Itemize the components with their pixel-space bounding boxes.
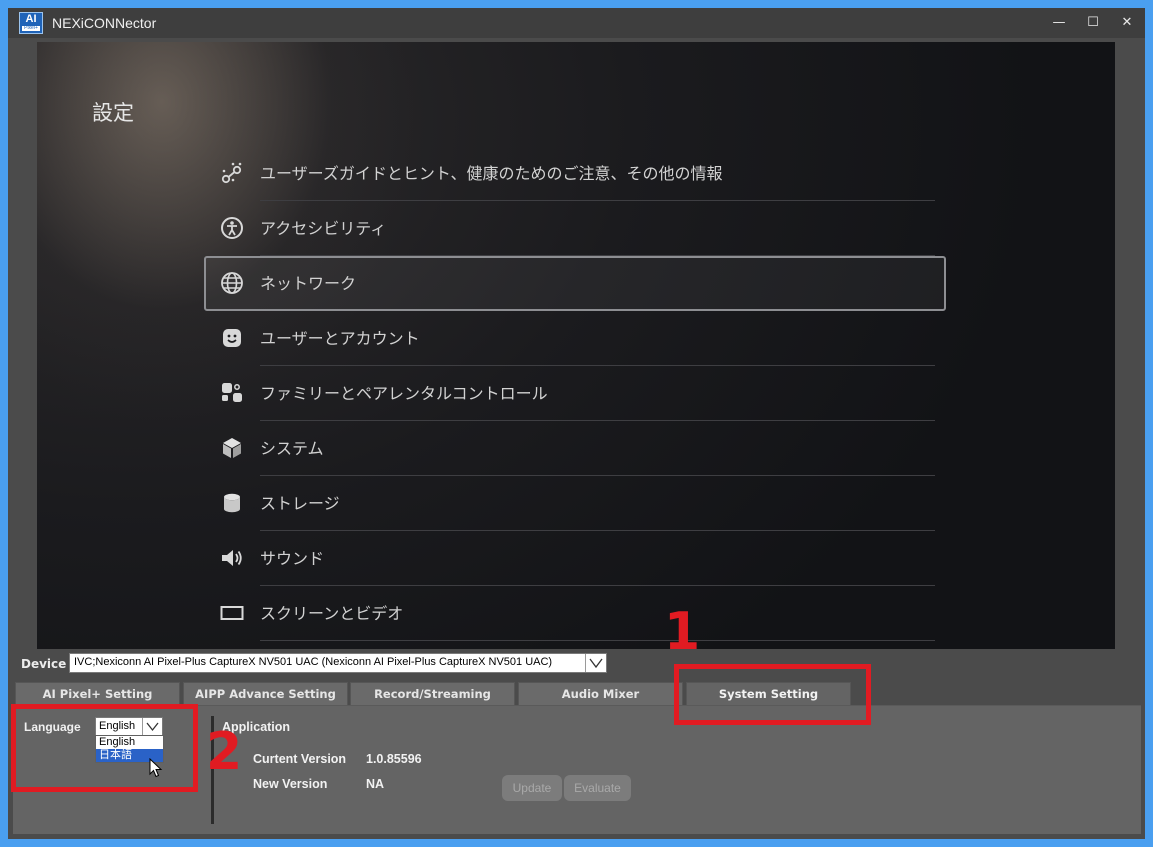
video-preview: 設定 ユーザーズガイドとヒント、健康のためのご注意、その他の情報 アクセシビリテ… xyxy=(37,42,1115,649)
device-label: Device xyxy=(21,657,67,671)
current-version-value: 1.0.85596 xyxy=(366,752,422,766)
app-logo-text: AI xyxy=(25,13,37,25)
user-face-icon xyxy=(223,329,241,347)
settings-item-users: ユーザーとアカウント xyxy=(212,311,935,366)
settings-item-family: ファミリーとペアレンタルコントロール xyxy=(212,366,935,421)
evaluate-button[interactable]: Evaluate xyxy=(564,775,631,801)
user-guide-icon xyxy=(221,162,242,184)
family-icon xyxy=(222,383,242,402)
settings-item-label: サウンド xyxy=(260,549,325,568)
annotation-box-language xyxy=(11,704,198,792)
annotation-box-system-setting xyxy=(674,664,871,725)
settings-item-user-guide: ユーザーズガイドとヒント、健康のためのご注意、その他の情報 xyxy=(212,146,935,201)
settings-item-label: ユーザーとアカウント xyxy=(260,329,420,348)
settings-item-label: システム xyxy=(260,439,324,458)
settings-item-screen: スクリーンとビデオ xyxy=(212,586,935,641)
settings-item-label: ユーザーズガイドとヒント、健康のためのご注意、その他の情報 xyxy=(260,164,723,183)
annotation-step-2: 2 xyxy=(206,722,243,782)
tab-audio-mixer[interactable]: Audio Mixer xyxy=(518,682,683,705)
new-version-value: NA xyxy=(366,777,385,791)
settings-item-label: スクリーンとビデオ xyxy=(260,604,404,623)
divider xyxy=(260,640,935,641)
settings-item-label: アクセシビリティ xyxy=(260,219,387,238)
settings-item-label: ストレージ xyxy=(260,494,340,513)
title-bar[interactable]: AI Pixel+ NEXiCONNector — ☐ ✕ xyxy=(8,8,1145,38)
maximize-button[interactable]: ☐ xyxy=(1076,8,1110,38)
screen-icon xyxy=(220,606,244,620)
storage-icon xyxy=(224,493,240,513)
app-window: AI Pixel+ NEXiCONNector — ☐ ✕ 設定 ユーザーズガイ… xyxy=(8,8,1145,839)
app-logo-subtext: Pixel+ xyxy=(22,26,40,31)
app-logo: AI Pixel+ xyxy=(19,12,43,34)
annotation-step-1: 1 xyxy=(664,602,701,662)
close-button[interactable]: ✕ xyxy=(1110,8,1144,38)
accessibility-icon xyxy=(221,217,243,239)
tab-aipp-advance-setting[interactable]: AIPP Advance Setting xyxy=(183,682,348,705)
settings-title: 設定 xyxy=(92,101,134,125)
settings-item-system: システム xyxy=(212,421,935,476)
settings-item-accessibility: アクセシビリティ xyxy=(212,201,935,256)
settings-item-sound: サウンド xyxy=(212,531,935,586)
current-version-label: Curtent Version xyxy=(253,752,347,766)
chevron-down-icon[interactable] xyxy=(585,654,606,672)
tab-ai-pixel-setting[interactable]: AI Pixel+ Setting xyxy=(15,682,180,705)
minimize-button[interactable]: — xyxy=(1042,8,1076,38)
speaker-icon xyxy=(222,550,242,566)
device-dropdown-value: IVC;Nexiconn AI Pixel-Plus CaptureX NV50… xyxy=(74,656,553,668)
settings-item-network: ネットワーク xyxy=(204,256,946,311)
new-version-label: New Version xyxy=(253,777,328,791)
update-button[interactable]: Update xyxy=(502,775,562,801)
network-globe-icon xyxy=(221,272,243,294)
system-cube-icon xyxy=(223,438,241,458)
settings-item-storage: ストレージ xyxy=(212,476,935,531)
device-dropdown[interactable]: IVC;Nexiconn AI Pixel-Plus CaptureX NV50… xyxy=(69,653,607,673)
window-title: NEXiCONNector xyxy=(52,15,157,31)
tab-record-streaming[interactable]: Record/Streaming xyxy=(350,682,515,705)
settings-item-label: ネットワーク xyxy=(260,274,357,293)
settings-item-label: ファミリーとペアレンタルコントロール xyxy=(260,384,548,403)
